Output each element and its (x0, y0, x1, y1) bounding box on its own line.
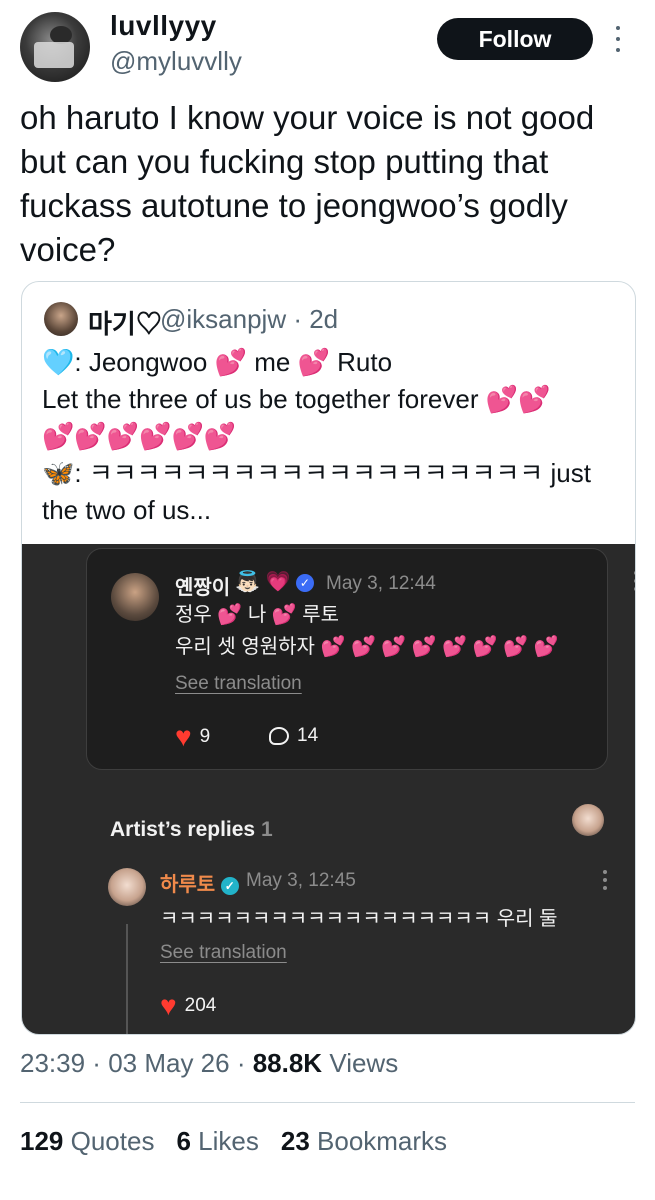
comment-time: May 3, 12:44 (326, 573, 436, 594)
reply-likes-count: 204 (184, 995, 217, 1016)
two-hearts-icon: 💕 (217, 604, 243, 626)
butterfly-icon: 🦋 (42, 458, 75, 488)
quotes-count: 129 (20, 1126, 64, 1156)
follow-button[interactable]: Follow (437, 18, 593, 60)
quoted-tweet-card[interactable]: 마기♡ @iksanpjw · 2d 🩵: Jeongwoo 💕 me 💕 Ru… (21, 281, 636, 1035)
reply-more-icon (602, 870, 608, 890)
comment-card: 옌짱이 👼🏻 💗 ✓ May 3, 12:44 정우 💕 나 💕 루토 우리 셋… (86, 548, 635, 770)
bookmarks-count: 23 (280, 1126, 310, 1156)
hearts-row-icon: 💕 💕 💕 💕 💕 💕 💕 💕 (320, 636, 559, 658)
reply-author-avatar (108, 868, 146, 906)
embedded-screenshot[interactable]: 옌짱이 👼🏻 💗 ✓ May 3, 12:44 정우 💕 나 💕 루토 우리 셋… (22, 544, 635, 1034)
views-label: Views (329, 1048, 399, 1078)
comment-likes: ♥ 9 (175, 721, 211, 752)
pink-heart-icon: 💗 (265, 571, 291, 593)
two-hearts-icon: 💕 (297, 347, 330, 377)
comment-replies: 14 (269, 725, 318, 747)
tweet-time[interactable]: 23:39 (20, 1048, 85, 1078)
likes-link[interactable]: 6 Likes (176, 1126, 258, 1157)
quoted-author-handle[interactable]: @iksanpjw · 2d (160, 304, 338, 335)
comment-line-1-c: 루토 (296, 604, 340, 626)
heart-icon: ♥ (175, 721, 192, 752)
comment-line-2: 우리 셋 영원하자 (175, 636, 321, 658)
comment-replies-count: 14 (297, 725, 319, 746)
reply-see-translation-link: See translation (160, 942, 287, 963)
quote-line-2: Let the three of us be together forever … (42, 381, 612, 418)
reply-author: 하루토 ✓ (160, 868, 239, 897)
heart-icon: ♥ (160, 990, 177, 1021)
quote-line-1-a: : Jeongwoo (74, 347, 215, 377)
comment-more-icon (633, 571, 635, 591)
artist-avatar (572, 804, 604, 836)
more-options-icon[interactable] (612, 26, 624, 52)
baby-angel-icon: 👼🏻 (235, 571, 260, 593)
hearts-row-icon: 💕💕💕💕💕💕 (42, 421, 237, 451)
commenter-name: 옌짱이 (175, 577, 231, 599)
quoted-author-name[interactable]: 마기♡ (88, 304, 162, 341)
quote-line-4: 🦋: ㅋㅋㅋㅋㅋㅋㅋㅋㅋㅋㅋㅋㅋㅋㅋㅋㅋㅋㅋ just the two of u… (42, 455, 612, 529)
quote-line-1-b: me (246, 347, 298, 377)
comment-likes-count: 9 (199, 726, 211, 747)
quoted-author-handle-text: @iksanpjw (160, 304, 287, 334)
quotes-label: Quotes (70, 1126, 155, 1156)
comment-line-1-b: 나 (242, 604, 272, 626)
artist-replies-heading: Artist’s replies 1 (110, 818, 273, 842)
quoted-tweet-age: · 2d (293, 304, 339, 334)
engagement-stats: 129 Quotes 6 Likes 23 Bookmarks (20, 1126, 447, 1157)
quoted-author-avatar[interactable] (44, 302, 78, 336)
quote-line-4-text: : ㅋㅋㅋㅋㅋㅋㅋㅋㅋㅋㅋㅋㅋㅋㅋㅋㅋㅋㅋ just the two of us… (42, 458, 591, 525)
quoted-tweet-text: 🩵: Jeongwoo 💕 me 💕 Ruto Let the three of… (42, 344, 612, 529)
tweet-date[interactable]: 03 May 26 (108, 1048, 229, 1078)
quotes-link[interactable]: 129 Quotes (20, 1126, 154, 1157)
commenter-badges: 👼🏻 💗 ✓ (235, 569, 314, 594)
two-hearts-icon: 💕 (214, 347, 247, 377)
reply-likes: ♥ 204 (160, 990, 217, 1021)
divider (20, 1102, 635, 1103)
author-name[interactable]: luvllyyy (110, 10, 217, 42)
bookmarks-label: Bookmarks (317, 1126, 448, 1156)
comment-line-1-a: 정우 (175, 604, 218, 626)
quote-line-1: 🩵: Jeongwoo 💕 me 💕 Ruto (42, 344, 612, 381)
author-handle[interactable]: @myluvvlly (110, 46, 242, 77)
reply-time: May 3, 12:45 (246, 870, 356, 891)
likes-label: Likes (198, 1126, 259, 1156)
thread-line (126, 924, 128, 1034)
two-hearts-icon: 💕 (271, 604, 297, 626)
tweet-meta: 23:39 · 03 May 26 · 88.8K Views (20, 1048, 399, 1078)
artist-replies-title: Artist’s replies (110, 818, 256, 841)
likes-count: 6 (176, 1126, 191, 1156)
bookmarks-link[interactable]: 23 Bookmarks (281, 1126, 447, 1157)
verified-badge-icon: ✓ (295, 573, 314, 592)
author-avatar[interactable] (20, 12, 90, 82)
quote-line-2-text: Let the three of us be together forever (42, 384, 486, 414)
two-hearts-icon: 💕💕 (485, 384, 551, 414)
light-blue-heart-icon: 🩵 (42, 347, 75, 377)
see-translation-link: See translation (175, 673, 302, 694)
tweet-text: oh haruto I know your voice is not good … (20, 99, 595, 268)
comment-body: 정우 💕 나 💕 루토 우리 셋 영원하자 💕 💕 💕 💕 💕 💕 💕 💕 (175, 599, 559, 663)
commenter-avatar (111, 573, 159, 621)
reply-bubble-icon (269, 727, 289, 745)
reply-body: ㅋㅋㅋㅋㅋㅋㅋㅋㅋㅋㅋㅋㅋㅋㅋㅋㅋㅋ 우리 둘 (160, 908, 558, 930)
artist-replies-count: 1 (260, 818, 273, 841)
views-count: 88.8K (252, 1048, 323, 1078)
reply-author-name: 하루토 (160, 874, 216, 896)
verified-badge-icon: ✓ (220, 876, 239, 895)
quote-line-1-c: Ruto (329, 347, 393, 377)
